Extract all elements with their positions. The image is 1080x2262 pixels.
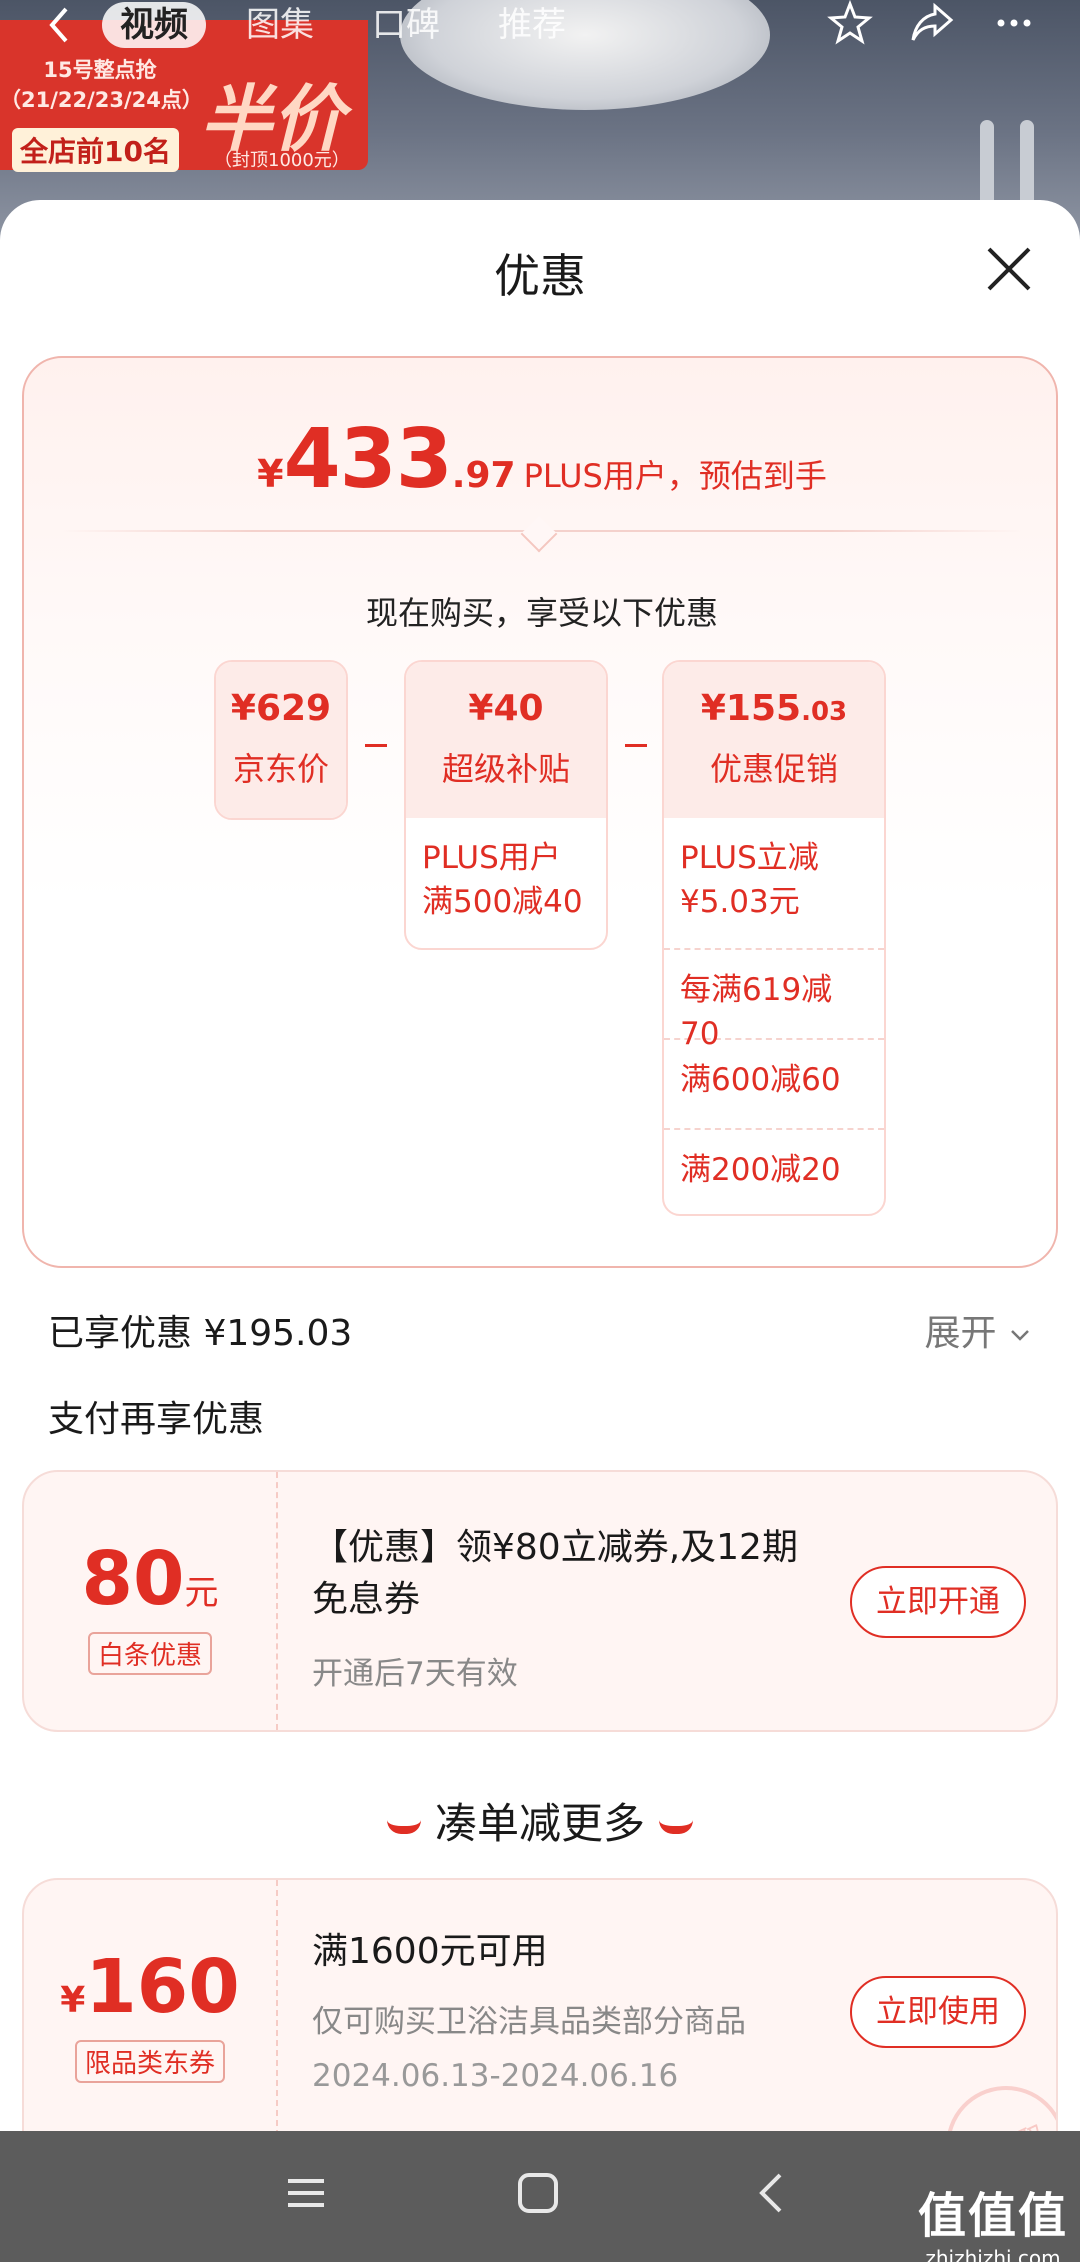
coupon-subtitle: 开通后7天有效 bbox=[312, 1656, 518, 1692]
promo-rank: 全店前10名 bbox=[12, 128, 179, 172]
tab-video[interactable]: 视频 bbox=[102, 2, 206, 48]
tab-recommend[interactable]: 推荐 bbox=[480, 2, 584, 48]
promo-item: PLUS立减 ¥5.03元 bbox=[680, 840, 819, 920]
estimate-label: PLUS用户，预估到手 bbox=[523, 457, 827, 495]
coupon-subtitle: 仅可购买卫浴洁具品类部分商品 bbox=[312, 2004, 746, 2040]
jd-price-amount: ¥629 bbox=[230, 688, 332, 729]
more-title-text: 凑单减更多 bbox=[434, 1799, 645, 1848]
discount-sheet: 优惠 ¥433.97 PLUS用户，预估到手 现在购买，享受以下优惠 ¥629 京… bbox=[0, 200, 1080, 2262]
now-buy-text: 现在购买，享受以下优惠 bbox=[365, 594, 718, 632]
coupon-amount: 80 bbox=[81, 1536, 185, 1622]
promo-cap: （封顶1000元） bbox=[214, 150, 350, 171]
promo-column: ¥155.03 优惠促销 PLUS立减 ¥5.03元 每满619减70 满600… bbox=[662, 660, 886, 1216]
caret-down-icon bbox=[520, 515, 558, 553]
subsidy-column: ¥40 超级补贴 PLUS用户 满500减40 bbox=[404, 660, 608, 950]
coupon-left: 80元 白条优惠 bbox=[24, 1472, 278, 1730]
coupon-unit: 元 bbox=[184, 1573, 219, 1613]
jd-price-label: 京东价 bbox=[232, 750, 329, 788]
promo-line2: （21/22/23/24点） bbox=[0, 88, 203, 112]
smile-icon bbox=[386, 1820, 421, 1834]
menu-icon[interactable] bbox=[266, 2153, 346, 2233]
promo-amount-decimal: .03 bbox=[801, 697, 848, 727]
column-head: ¥40 超级补贴 bbox=[406, 662, 606, 818]
promo-amount: ¥155.03 bbox=[664, 662, 884, 744]
more-discounts-title: 凑单减更多 bbox=[0, 1790, 1080, 1851]
subsidy-item: PLUS用户 满500减40 bbox=[422, 840, 583, 920]
column-head: ¥155.03 优惠促销 bbox=[664, 662, 884, 818]
chevron-down-icon bbox=[1011, 1330, 1029, 1341]
minus-icon bbox=[365, 744, 387, 747]
sheet-title: 优惠 bbox=[494, 249, 586, 303]
minus-icon bbox=[625, 744, 647, 747]
promo-line1: 15号整点抢 bbox=[43, 58, 157, 82]
more-icon[interactable] bbox=[988, 0, 1040, 46]
top-nav-icons bbox=[824, 0, 1040, 46]
expand-label: 展开 bbox=[924, 1313, 997, 1354]
coupon-title: 【优惠】领¥80立减券,及12期免息券 bbox=[312, 1527, 798, 1620]
tab-reviews[interactable]: 口碑 bbox=[354, 2, 458, 48]
watermark: 值值值 zhizhizhi.com bbox=[918, 2176, 1068, 2262]
share-icon[interactable] bbox=[906, 0, 958, 46]
coupon-title: 满1600元可用 bbox=[312, 1931, 548, 1972]
saved-amount: 已享优惠 ¥195.03 bbox=[48, 1313, 353, 1354]
column-head: ¥629 京东价 bbox=[216, 662, 346, 818]
coupon-date: 2024.06.13-2024.06.16 bbox=[312, 2058, 679, 2094]
star-icon[interactable] bbox=[824, 0, 876, 46]
activate-button[interactable]: 立即开通 bbox=[850, 1566, 1026, 1638]
promo-label: 优惠促销 bbox=[709, 750, 838, 788]
coupon-tag: 限品类东券 bbox=[74, 2040, 225, 2083]
baitiao-coupon-card: 80元 白条优惠 【优惠】领¥80立减券,及12期免息券 开通后7天有效 立即开… bbox=[22, 1470, 1058, 1732]
expand-button[interactable]: 展开 bbox=[925, 1304, 1032, 1356]
watermark-logo: 值值值 bbox=[917, 2188, 1068, 2244]
top-nav: 视频 图集 口碑 推荐 bbox=[40, 0, 584, 50]
subsidy-label: 超级补贴 bbox=[441, 750, 570, 788]
coupon-amount-row: 80元 bbox=[24, 1536, 276, 1622]
back-arrow-icon[interactable] bbox=[40, 5, 80, 45]
promo-item: 每满619减70 bbox=[664, 948, 884, 1052]
tab-gallery[interactable]: 图集 bbox=[228, 2, 332, 48]
smile-icon bbox=[659, 1820, 693, 1834]
close-icon[interactable] bbox=[984, 244, 1034, 294]
promo-amount-main: ¥155 bbox=[700, 688, 802, 729]
watermark-url: zhizhizhi.com bbox=[925, 2246, 1061, 2262]
pay-section-title: 支付再享优惠 bbox=[48, 1399, 265, 1440]
coupon-yen: ¥ bbox=[60, 1980, 86, 2021]
currency-symbol: ¥ bbox=[257, 452, 284, 496]
coupon-amount: 160 bbox=[85, 1944, 240, 2030]
price-integer: 433 bbox=[283, 412, 453, 507]
coupon-amount-row: ¥160 bbox=[24, 1944, 276, 2030]
home-icon[interactable] bbox=[498, 2153, 578, 2233]
price-decimal: .97 bbox=[451, 455, 516, 496]
use-now-button[interactable]: 立即使用 bbox=[850, 1976, 1026, 2048]
subsidy-amount: ¥40 bbox=[468, 688, 544, 729]
price-breakdown-card: ¥433.97 PLUS用户，预估到手 现在购买，享受以下优惠 ¥629 京东价 … bbox=[22, 356, 1058, 1268]
coupon-tag: 白条优惠 bbox=[87, 1632, 212, 1675]
promo-item: 满200减20 bbox=[664, 1128, 884, 1214]
jd-price-column: ¥629 京东价 bbox=[214, 660, 348, 820]
back-icon[interactable] bbox=[734, 2153, 814, 2233]
estimated-price: ¥433.97 PLUS用户，预估到手 bbox=[24, 412, 1060, 507]
